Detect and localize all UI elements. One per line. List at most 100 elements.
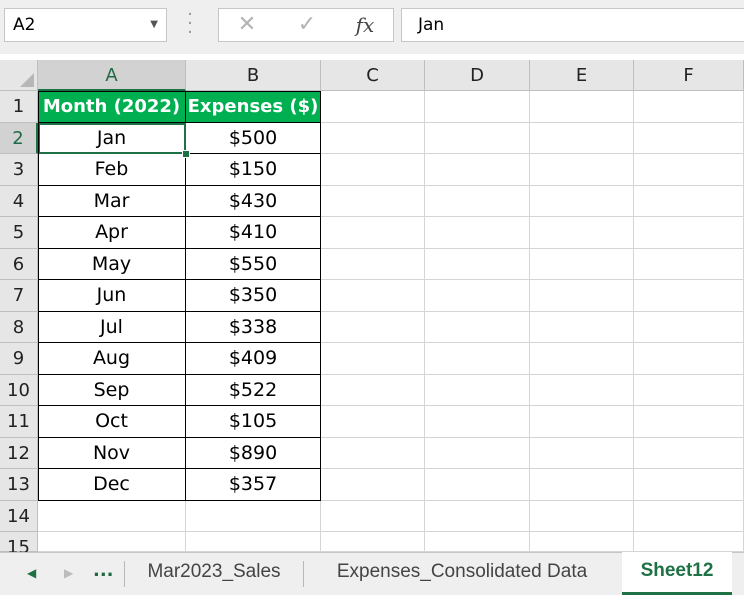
cell-b2[interactable]: $500	[186, 122, 321, 154]
cell-e8[interactable]	[530, 311, 634, 343]
cell-d11[interactable]	[425, 406, 530, 438]
column-header-d[interactable]: D	[425, 60, 530, 91]
cancel-icon[interactable]: ✕	[229, 9, 265, 41]
cell-e3[interactable]	[530, 154, 634, 186]
cell-a4[interactable]: Mar	[38, 185, 186, 217]
row-header-5[interactable]: 5	[0, 217, 38, 249]
cell-e10[interactable]	[530, 374, 634, 406]
column-header-e[interactable]: E	[530, 60, 634, 91]
cell-c3[interactable]	[321, 154, 425, 186]
cell-a15[interactable]	[38, 532, 186, 552]
cell-b7[interactable]: $350	[186, 280, 321, 312]
row-header-12[interactable]: 12	[0, 437, 38, 469]
cell-b15[interactable]	[186, 532, 321, 552]
cell-f12[interactable]	[634, 437, 744, 469]
cell-d8[interactable]	[425, 311, 530, 343]
cell-b12[interactable]: $890	[186, 437, 321, 469]
cell-c14[interactable]	[321, 500, 425, 532]
cell-d13[interactable]	[425, 469, 530, 501]
cell-c13[interactable]	[321, 469, 425, 501]
column-header-c[interactable]: C	[321, 60, 425, 91]
sheet-tab-mar2023-sales[interactable]: Mar2023_Sales	[126, 553, 302, 593]
name-box[interactable]: A2 ▼	[4, 8, 167, 42]
cell-f6[interactable]	[634, 248, 744, 280]
cell-e14[interactable]	[530, 500, 634, 532]
cell-a5[interactable]: Apr	[38, 217, 186, 249]
cell-b4[interactable]: $430	[186, 185, 321, 217]
insert-function-button[interactable]: fx	[347, 9, 383, 41]
cell-e15[interactable]	[530, 532, 634, 552]
cell-f14[interactable]	[634, 500, 744, 532]
cell-c6[interactable]	[321, 248, 425, 280]
cell-f13[interactable]	[634, 469, 744, 501]
cell-f10[interactable]	[634, 374, 744, 406]
cell-c7[interactable]	[321, 280, 425, 312]
cell-c12[interactable]	[321, 437, 425, 469]
cell-e13[interactable]	[530, 469, 634, 501]
cell-d5[interactable]	[425, 217, 530, 249]
cell-b13[interactable]: $357	[186, 469, 321, 501]
cell-c8[interactable]	[321, 311, 425, 343]
cell-b6[interactable]: $550	[186, 248, 321, 280]
cell-d12[interactable]	[425, 437, 530, 469]
cell-a7[interactable]: Jun	[38, 280, 186, 312]
cell-c5[interactable]	[321, 217, 425, 249]
cell-d6[interactable]	[425, 248, 530, 280]
row-header-14[interactable]: 14	[0, 500, 38, 532]
sheet-tab-expenses-consolidated[interactable]: Expenses_Consolidated Data	[305, 553, 619, 593]
row-header-6[interactable]: 6	[0, 248, 38, 280]
cell-b3[interactable]: $150	[186, 154, 321, 186]
row-header-1[interactable]: 1	[0, 91, 38, 123]
column-header-f[interactable]: F	[634, 60, 744, 91]
cell-d14[interactable]	[425, 500, 530, 532]
sheet-tab-sheet12[interactable]: Sheet12	[622, 552, 732, 595]
chevron-down-icon[interactable]: ▼	[150, 9, 158, 41]
cell-c11[interactable]	[321, 406, 425, 438]
row-header-4[interactable]: 4	[0, 185, 38, 217]
cell-d4[interactable]	[425, 185, 530, 217]
cell-b5[interactable]: $410	[186, 217, 321, 249]
cell-a11[interactable]: Oct	[38, 406, 186, 438]
cell-c1[interactable]	[321, 91, 425, 123]
cell-e6[interactable]	[530, 248, 634, 280]
cell-c4[interactable]	[321, 185, 425, 217]
cell-f15[interactable]	[634, 532, 744, 552]
cell-d1[interactable]	[425, 91, 530, 123]
cell-b1[interactable]: Expenses ($)	[186, 91, 321, 123]
cell-a6[interactable]: May	[38, 248, 186, 280]
cell-a3[interactable]: Feb	[38, 154, 186, 186]
cell-e12[interactable]	[530, 437, 634, 469]
column-header-a[interactable]: A	[38, 60, 186, 91]
row-header-9[interactable]: 9	[0, 343, 38, 375]
cell-b9[interactable]: $409	[186, 343, 321, 375]
cell-f11[interactable]	[634, 406, 744, 438]
cell-e1[interactable]	[530, 91, 634, 123]
cell-d10[interactable]	[425, 374, 530, 406]
row-header-2[interactable]: 2	[0, 122, 38, 154]
cell-f4[interactable]	[634, 185, 744, 217]
cell-f1[interactable]	[634, 91, 744, 123]
cell-a10[interactable]: Sep	[38, 374, 186, 406]
cell-d7[interactable]	[425, 280, 530, 312]
cell-c2[interactable]	[321, 122, 425, 154]
cell-c9[interactable]	[321, 343, 425, 375]
cell-b14[interactable]	[186, 500, 321, 532]
cell-f3[interactable]	[634, 154, 744, 186]
formula-input[interactable]: Jan	[401, 8, 744, 42]
cell-c10[interactable]	[321, 374, 425, 406]
cell-a1[interactable]: Month (2022)	[38, 91, 186, 123]
cell-f9[interactable]	[634, 343, 744, 375]
row-header-3[interactable]: 3	[0, 154, 38, 186]
cell-f5[interactable]	[634, 217, 744, 249]
enter-icon[interactable]: ✓	[289, 9, 325, 41]
row-header-8[interactable]: 8	[0, 311, 38, 343]
row-header-13[interactable]: 13	[0, 469, 38, 501]
cell-a13[interactable]: Dec	[38, 469, 186, 501]
more-sheets-button[interactable]: ...	[93, 551, 114, 591]
cell-e2[interactable]	[530, 122, 634, 154]
cell-b11[interactable]: $105	[186, 406, 321, 438]
cell-e7[interactable]	[530, 280, 634, 312]
row-header-15[interactable]: 15	[0, 532, 38, 558]
cell-e11[interactable]	[530, 406, 634, 438]
tab-scroll-left-icon[interactable]: ◀	[27, 553, 36, 593]
